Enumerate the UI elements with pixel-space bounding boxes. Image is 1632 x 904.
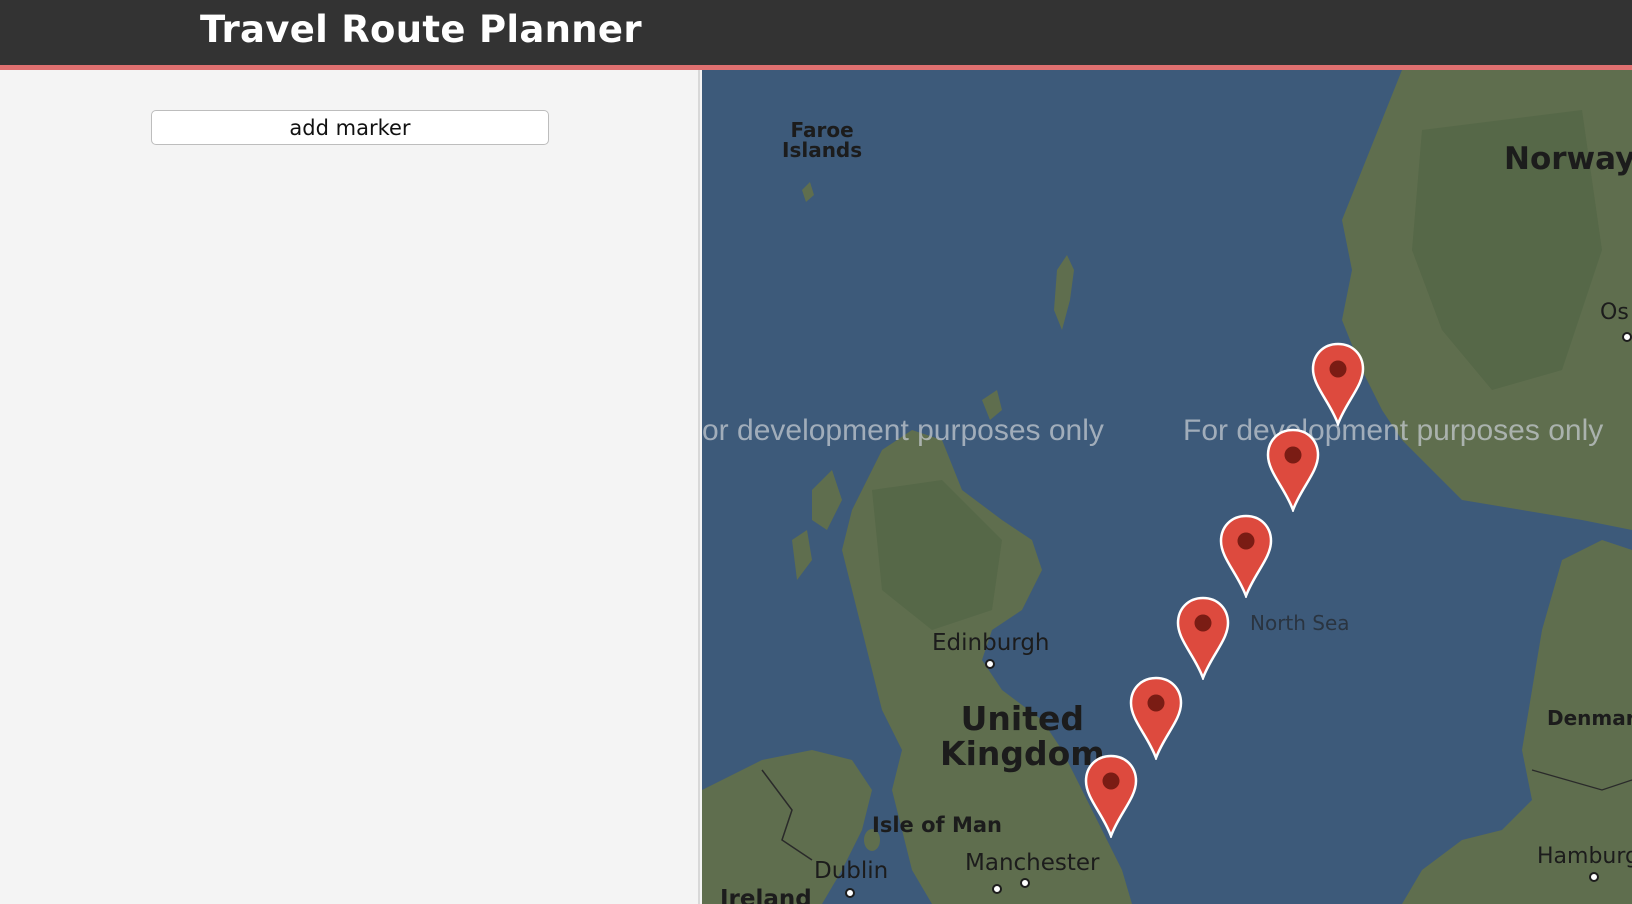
route-marker-4[interactable] xyxy=(1175,596,1231,680)
label-faroe-text: Faroe Islands xyxy=(782,118,863,162)
map-pin-icon xyxy=(1084,754,1138,838)
map-pin-icon xyxy=(1129,676,1183,760)
city-dot-manchester xyxy=(1020,878,1030,888)
map-pin-icon xyxy=(1219,514,1273,598)
map-watermark-right: For development purposes only xyxy=(1183,414,1604,447)
app-header: Travel Route Planner xyxy=(0,0,1632,70)
map-terrain xyxy=(702,70,1632,904)
label-norway: Norway xyxy=(1504,141,1632,177)
label-isle-of-man: Isle of Man xyxy=(872,813,1002,837)
route-marker-6[interactable] xyxy=(1083,754,1139,838)
map-pin-icon xyxy=(1266,428,1320,512)
label-united-kingdom: United Kingdom xyxy=(940,699,1105,773)
city-dot-liverpool xyxy=(992,884,1002,894)
route-marker-5[interactable] xyxy=(1128,676,1184,760)
city-dot-oslo xyxy=(1622,332,1632,342)
sidebar: add marker xyxy=(0,70,700,904)
label-manchester: Manchester xyxy=(965,850,1100,876)
city-dot-edinburgh xyxy=(985,659,995,669)
label-north-sea: North Sea xyxy=(1250,611,1350,635)
city-dot-hamburg xyxy=(1589,872,1599,882)
map-watermark-left: or development purposes only xyxy=(702,414,1104,447)
add-marker-button[interactable]: add marker xyxy=(151,110,549,145)
map-pin-icon xyxy=(1176,596,1230,680)
app-title: Travel Route Planner xyxy=(200,8,642,51)
label-uk-text: United Kingdom xyxy=(940,699,1105,773)
city-dot-dublin xyxy=(845,888,855,898)
label-dublin: Dublin xyxy=(814,858,889,884)
route-marker-2[interactable] xyxy=(1265,428,1321,512)
label-faroe-islands: Faroe Islands xyxy=(782,120,862,160)
route-marker-3[interactable] xyxy=(1218,514,1274,598)
map-canvas[interactable]: or development purposes only For develop… xyxy=(702,70,1632,904)
label-ireland: Ireland xyxy=(720,886,812,904)
label-oslo: Os xyxy=(1600,300,1629,325)
label-edinburgh: Edinburgh xyxy=(932,630,1050,656)
route-marker-1[interactable] xyxy=(1310,342,1366,426)
map-pin-icon xyxy=(1311,342,1365,426)
label-hamburg: Hamburg xyxy=(1537,844,1632,869)
label-denmark: Denmar xyxy=(1547,706,1632,730)
